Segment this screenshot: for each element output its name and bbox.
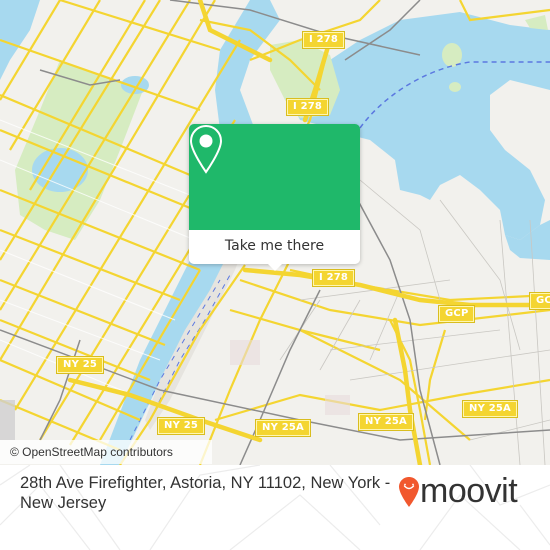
road-shield-i278: I 278 xyxy=(311,269,356,287)
road-shield-ny25a: NY 25A xyxy=(255,419,311,437)
map-pin-icon xyxy=(189,124,223,174)
road-shield-ny25: NY 25 xyxy=(55,356,105,374)
destination-popup: Take me there xyxy=(189,124,360,271)
road-shield-i278: I 278 xyxy=(301,31,346,49)
moovit-wordmark: moovit xyxy=(420,472,518,510)
road-shield-gcp: GCP xyxy=(528,292,550,310)
popup-header xyxy=(189,124,360,230)
road-shield-ny25: NY 25 xyxy=(156,417,206,435)
moovit-logo[interactable]: moovit xyxy=(398,471,548,511)
road-shield-ny25a: NY 25A xyxy=(462,400,518,418)
road-shield-gcp: GCP xyxy=(437,305,476,323)
map-view[interactable]: I 278 I 278 I 278 GCP GCP NY 25 NY 25 NY… xyxy=(0,0,550,465)
footer: 28th Ave Firefighter, Astoria, NY 11102,… xyxy=(0,465,550,550)
take-me-there-label: Take me there xyxy=(224,238,325,254)
moovit-pin-icon xyxy=(399,477,419,507)
map-attribution[interactable]: © OpenStreetMap contributors xyxy=(0,440,212,464)
urban-block xyxy=(325,395,350,415)
popup-pointer xyxy=(267,263,283,271)
islet-2 xyxy=(449,82,461,92)
road-shield-i278: I 278 xyxy=(285,98,330,116)
take-me-there-button[interactable]: Take me there xyxy=(189,230,360,264)
urban-block xyxy=(230,340,260,365)
urban-block xyxy=(0,400,15,440)
road-shield-ny25a: NY 25A xyxy=(358,413,414,431)
location-address: 28th Ave Firefighter, Astoria, NY 11102,… xyxy=(20,474,391,512)
